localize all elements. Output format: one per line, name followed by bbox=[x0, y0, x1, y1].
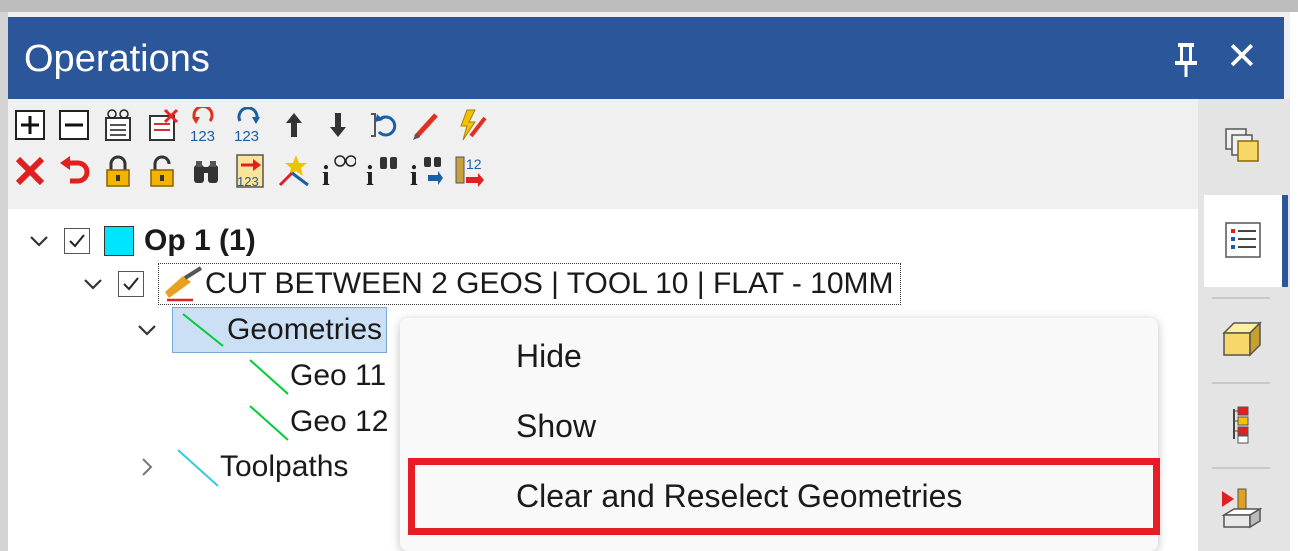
lock-icon[interactable] bbox=[100, 153, 136, 189]
move-up-icon[interactable] bbox=[276, 107, 312, 143]
geo-label: Geo 11 bbox=[290, 359, 387, 392]
batch-edit-icon[interactable] bbox=[452, 107, 488, 143]
toolpath-link-icon[interactable] bbox=[276, 153, 312, 189]
operation-label-box[interactable]: CUT BETWEEN 2 GEOS | TOOL 10 | FLAT - 10… bbox=[158, 263, 901, 305]
edit-icon[interactable] bbox=[408, 107, 444, 143]
svg-text:i: i bbox=[410, 161, 418, 189]
color-swatch bbox=[104, 226, 134, 256]
svg-text:i: i bbox=[322, 161, 330, 189]
svg-text:123: 123 bbox=[234, 128, 259, 143]
menu-item-hide[interactable]: Hide bbox=[516, 338, 582, 375]
collapse-all-icon[interactable] bbox=[56, 107, 92, 143]
delete-operation-icon[interactable] bbox=[144, 107, 180, 143]
tree-node-geo[interactable]: Geo 12 bbox=[246, 400, 388, 444]
panel-title: Operations bbox=[24, 38, 210, 80]
operations-tab-icon bbox=[1225, 222, 1261, 258]
toolbar-row-1: 123 123 bbox=[12, 105, 496, 145]
geometry-line-icon bbox=[249, 405, 289, 441]
renumber-icon[interactable]: 123 bbox=[188, 107, 224, 143]
chevron-down-icon[interactable] bbox=[82, 273, 104, 295]
svg-text:123: 123 bbox=[237, 174, 259, 189]
expand-all-icon[interactable] bbox=[12, 107, 48, 143]
chevron-right-icon[interactable] bbox=[136, 456, 158, 478]
operation-label: CUT BETWEEN 2 GEOS | TOOL 10 | FLAT - 10… bbox=[205, 267, 894, 300]
svg-text:i: i bbox=[366, 161, 374, 189]
regenerate-icon[interactable] bbox=[364, 107, 400, 143]
geo-label: Geo 12 bbox=[290, 405, 389, 438]
menu-item-show[interactable]: Show bbox=[516, 408, 596, 445]
checkbox-operation[interactable] bbox=[118, 271, 144, 297]
operations-tab-active[interactable] bbox=[1204, 195, 1288, 287]
simulate-icon[interactable] bbox=[1206, 469, 1278, 549]
pin-icon[interactable] bbox=[1173, 39, 1199, 79]
geometry-line-icon bbox=[182, 313, 224, 347]
tree-node-op[interactable]: Op 1 (1) bbox=[28, 219, 256, 263]
transfer-icon[interactable]: 123 bbox=[232, 153, 268, 189]
geometry-line-icon bbox=[249, 359, 289, 395]
window-top-strip bbox=[0, 0, 1298, 12]
highlight-box bbox=[408, 458, 1160, 535]
view-operation-icon[interactable] bbox=[100, 107, 136, 143]
toolpaths-label: Toolpaths bbox=[220, 450, 349, 483]
tree-node-operation[interactable]: CUT BETWEEN 2 GEOS | TOOL 10 | FLAT - 10… bbox=[82, 262, 901, 306]
solid-icon[interactable] bbox=[1206, 299, 1278, 379]
window-left-edge bbox=[0, 12, 8, 551]
chevron-down-icon[interactable] bbox=[136, 319, 158, 341]
geometries-selected[interactable]: Geometries bbox=[172, 307, 388, 353]
tool-number-icon[interactable]: 12 bbox=[452, 153, 488, 189]
geometries-label: Geometries bbox=[227, 313, 383, 346]
find-icon[interactable] bbox=[188, 153, 224, 189]
op-label: Op 1 (1) bbox=[144, 224, 256, 257]
svg-text:123: 123 bbox=[190, 128, 215, 143]
panel-titlebar: Operations ✕ bbox=[8, 17, 1284, 99]
undo-icon[interactable] bbox=[56, 153, 92, 189]
unlock-icon[interactable] bbox=[144, 153, 180, 189]
move-down-icon[interactable] bbox=[320, 107, 356, 143]
toolpath-line-icon bbox=[177, 449, 219, 487]
close-icon[interactable]: ✕ bbox=[1226, 35, 1258, 79]
info-next-icon[interactable]: i bbox=[408, 153, 444, 189]
operation-tool-icon bbox=[165, 266, 203, 302]
tree-node-toolpaths[interactable]: Toolpaths bbox=[136, 445, 348, 489]
checkbox-op[interactable] bbox=[64, 228, 90, 254]
info-find-icon[interactable]: i bbox=[364, 153, 400, 189]
tree-node-geometries[interactable]: Geometries bbox=[136, 307, 388, 353]
side-tab-bar bbox=[1198, 99, 1290, 551]
tree-node-geo[interactable]: Geo 11 bbox=[246, 354, 386, 398]
tree-structure-icon[interactable] bbox=[1206, 385, 1278, 465]
sidebar-separator bbox=[1212, 382, 1270, 384]
chevron-down-icon[interactable] bbox=[28, 230, 50, 252]
stock-view-icon[interactable] bbox=[1206, 105, 1278, 185]
toolbar-row-2: 123 i i i 12 bbox=[12, 151, 496, 191]
renumber-tools-icon[interactable]: 123 bbox=[232, 107, 268, 143]
delete-icon[interactable] bbox=[12, 153, 48, 189]
svg-text:12: 12 bbox=[466, 156, 482, 172]
info-view-icon[interactable]: i bbox=[320, 153, 356, 189]
toolbar: 123 123 123 i i i 12 bbox=[8, 99, 1198, 209]
